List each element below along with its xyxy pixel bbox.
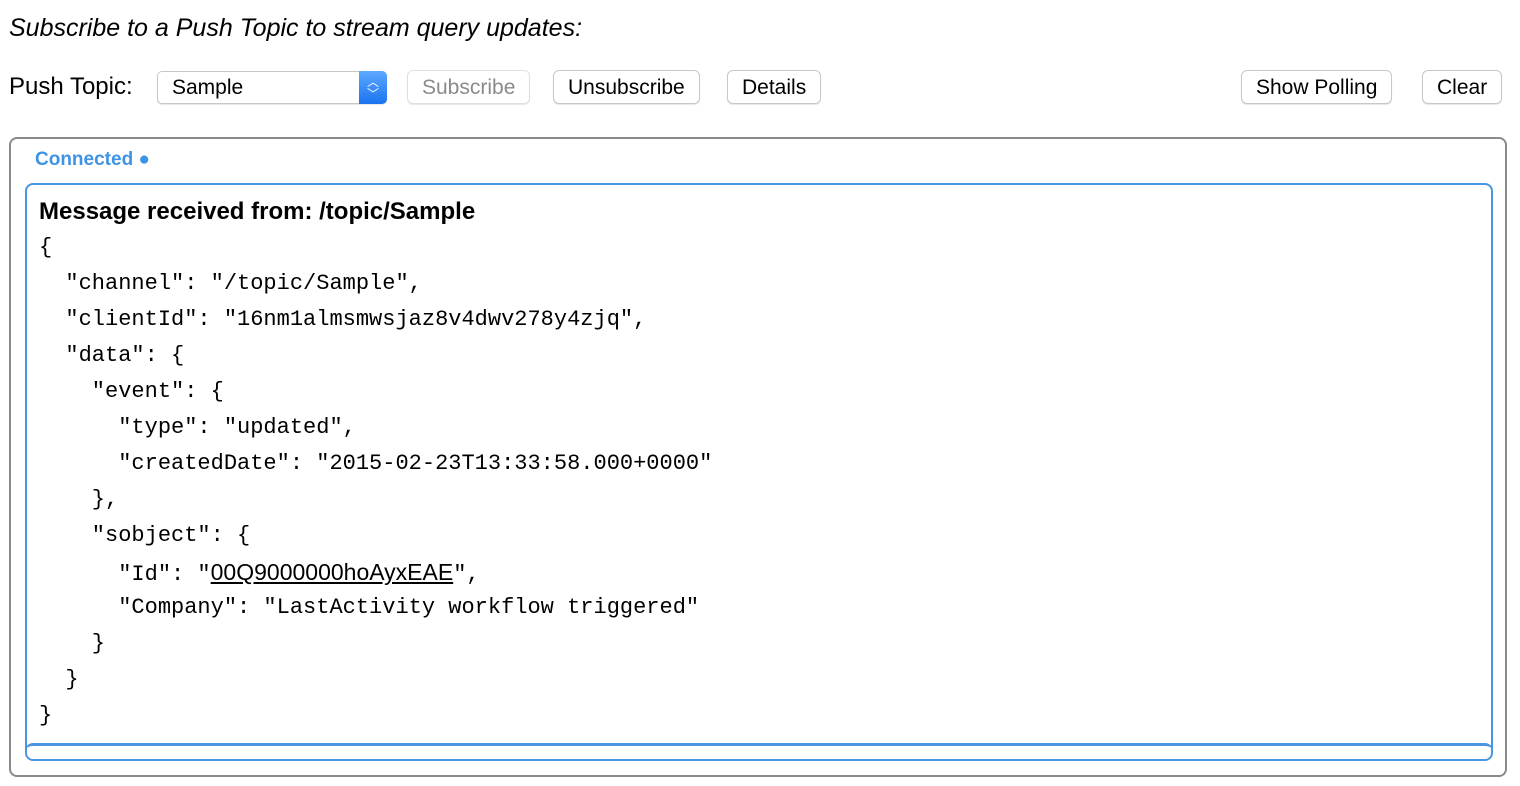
stream-panel: Connected ● Message received from: /topi… bbox=[9, 137, 1507, 777]
json-line: } bbox=[39, 667, 79, 692]
json-line: "sobject": { bbox=[39, 523, 251, 548]
record-id-link[interactable]: 00Q9000000hoAyxEAE bbox=[211, 559, 454, 585]
json-line: "event": { bbox=[39, 379, 224, 404]
message-json: { "channel": "/topic/Sample", "clientId"… bbox=[39, 230, 712, 734]
toolbar: Push Topic: Sample ︿ ﹀ Subscribe Unsubscr… bbox=[9, 70, 1508, 106]
json-id-prefix: "Id": " bbox=[39, 562, 211, 587]
push-topic-select[interactable]: Sample ︿ ﹀ bbox=[157, 71, 387, 104]
message-card: Message received from: /topic/Sample { "… bbox=[25, 183, 1493, 761]
json-line: "type": "updated", bbox=[39, 415, 356, 440]
details-button[interactable]: Details bbox=[727, 70, 822, 104]
message-title: Message received from: /topic/Sample bbox=[39, 198, 476, 225]
next-message-card bbox=[25, 743, 1493, 786]
json-line-id: "Id": "00Q9000000hoAyxEAE", bbox=[39, 554, 712, 590]
json-line: "Company": "LastActivity workflow trigge… bbox=[39, 595, 700, 620]
intro-text: Subscribe to a Push Topic to stream quer… bbox=[9, 14, 583, 42]
json-line: }, bbox=[39, 487, 119, 512]
json-line: "channel": "/topic/Sample", bbox=[39, 271, 422, 296]
json-line: "clientId": "16nm1almsmwsjaz8v4dwv278y4z… bbox=[39, 307, 647, 332]
unsubscribe-button[interactable]: Unsubscribe bbox=[553, 70, 700, 104]
push-topic-label: Push Topic: bbox=[9, 73, 133, 100]
clear-button[interactable]: Clear bbox=[1422, 70, 1503, 104]
json-line: "data": { bbox=[39, 343, 185, 368]
show-polling-button[interactable]: Show Polling bbox=[1241, 70, 1393, 104]
json-id-suffix: ", bbox=[453, 562, 480, 587]
subscribe-button[interactable]: Subscribe bbox=[407, 70, 531, 104]
push-topic-value: Sample bbox=[172, 76, 244, 99]
json-line: { bbox=[39, 235, 53, 260]
chevron-up-down-icon: ︿ ﹀ bbox=[359, 71, 387, 104]
json-line: "createdDate": "2015-02-23T13:33:58.000+… bbox=[39, 451, 713, 476]
connection-status: Connected ● bbox=[35, 149, 150, 170]
json-line: } bbox=[39, 631, 106, 656]
json-line: } bbox=[39, 703, 53, 728]
